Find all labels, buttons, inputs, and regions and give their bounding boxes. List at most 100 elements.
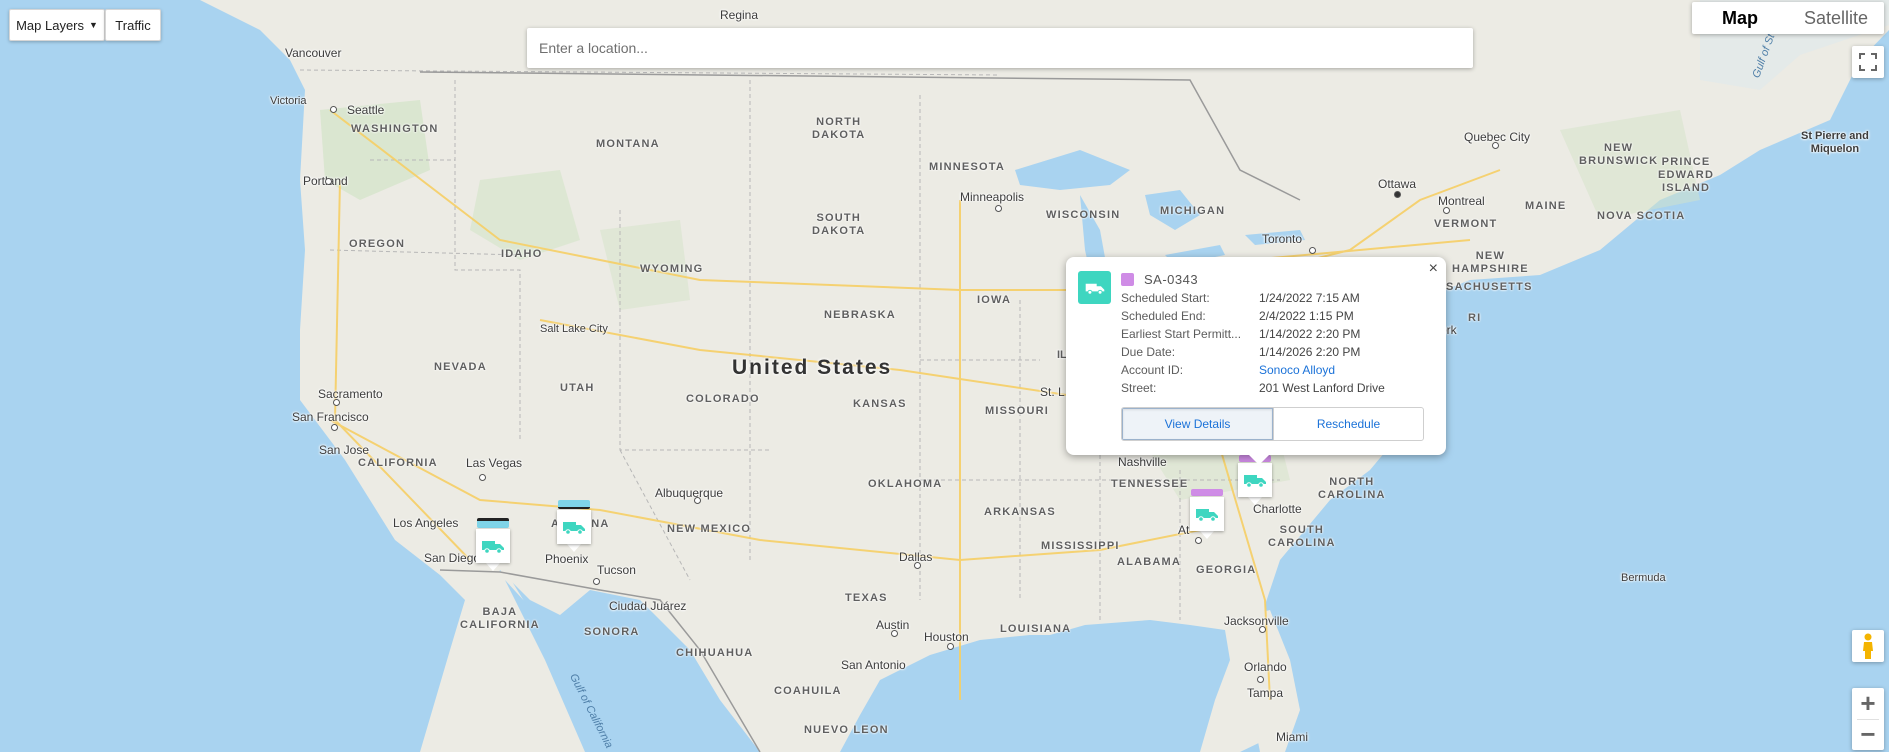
- city-label-victoria: Victoria: [270, 95, 307, 107]
- truck-icon: [1196, 509, 1218, 522]
- state-label-wyoming: WYOMING: [640, 263, 704, 275]
- state-label-arkansas: ARKANSAS: [984, 506, 1056, 518]
- state-label-maine: MAINE: [1525, 200, 1567, 212]
- marker-tip: [1248, 497, 1262, 505]
- appointment-number[interactable]: SA-0343: [1144, 272, 1198, 287]
- city-label-bermuda: Bermuda: [1621, 572, 1666, 584]
- state-label-minnesota: MINNESOTA: [929, 161, 1005, 173]
- map-marker-atlanta[interactable]: [1190, 489, 1224, 539]
- city-label-albuquerque: Albuquerque: [655, 486, 724, 500]
- city-label-seattle: Seattle: [347, 103, 385, 117]
- map-type-toggle: Map Satellite: [1692, 2, 1884, 34]
- city-dot: [331, 424, 338, 431]
- info-window-pointer: [1247, 453, 1271, 465]
- marker-status-bar: [558, 500, 590, 509]
- state-label-mississippi: MISSISSIPPI: [1041, 540, 1120, 552]
- detail-row: Due Date: 1/14/2026 2:20 PM: [1121, 343, 1385, 361]
- city-dot: [1394, 191, 1401, 198]
- state-label-kansas: KANSAS: [853, 398, 907, 410]
- state-label-vermont: VERMONT: [1434, 218, 1498, 230]
- marker-body: [1238, 463, 1272, 497]
- state-label-ri: RI: [1468, 312, 1482, 324]
- zoom-out-button[interactable]: −: [1852, 719, 1884, 750]
- city-dot: [891, 630, 898, 637]
- truck-icon: [482, 541, 504, 554]
- detail-label: Due Date:: [1121, 345, 1176, 359]
- traffic-button[interactable]: Traffic: [105, 9, 161, 41]
- state-label-new-brunswick: NEW BRUNSWICK: [1579, 142, 1659, 167]
- city-dot: [1492, 142, 1499, 149]
- state-label-south-dakota: SOUTH DAKOTA: [812, 212, 866, 237]
- city-dot: [1443, 207, 1450, 214]
- city-label-atlanta: At: [1178, 523, 1190, 537]
- city-label-los-angeles: Los Angeles: [393, 516, 459, 530]
- state-label-texas: TEXAS: [845, 592, 888, 604]
- country-label: United States: [732, 356, 893, 379]
- appointment-info-window: × SA-0343 Scheduled Start: 1/24/2022 7:15…: [1066, 257, 1446, 465]
- city-label-nashville: Nashville: [1118, 455, 1167, 469]
- city-label-tucson: Tucson: [597, 563, 636, 577]
- detail-label: Scheduled End:: [1121, 309, 1206, 323]
- state-label-sonora: SONORA: [584, 626, 640, 638]
- city-label-jacksonville: Jacksonville: [1224, 614, 1289, 628]
- state-label-california: CALIFORNIA: [358, 457, 438, 469]
- status-swatch: [1121, 273, 1134, 286]
- state-label-nuevo-leon: NUEVO LEON: [804, 724, 889, 736]
- state-label-nebraska: NEBRASKA: [824, 309, 896, 321]
- map-marker-phoenix[interactable]: [557, 500, 591, 552]
- city-label-salt-lake-city: Salt Lake City: [540, 323, 608, 335]
- city-label-houston: Houston: [924, 630, 969, 644]
- reschedule-button[interactable]: Reschedule: [1273, 408, 1423, 440]
- state-label-missouri: MISSOURI: [985, 405, 1049, 417]
- account-link[interactable]: Sonoco Alloyd: [1259, 361, 1385, 379]
- city-label-san-antonio: San Antonio: [841, 658, 906, 672]
- location-search: [527, 28, 1473, 68]
- state-label-prince-edward-island: PRINCE EDWARD ISLAND: [1658, 156, 1715, 194]
- city-dot: [1309, 247, 1316, 254]
- map-type-satellite-button[interactable]: Satellite: [1788, 2, 1884, 34]
- state-label-baja-california: BAJA CALIFORNIA: [460, 606, 540, 631]
- map-type-map-button[interactable]: Map: [1692, 2, 1788, 34]
- caret-down-icon: ▼: [89, 20, 98, 30]
- city-dot: [947, 643, 954, 650]
- location-search-input[interactable]: [527, 28, 1473, 68]
- state-label-alabama: ALABAMA: [1117, 556, 1182, 568]
- city-dot: [995, 205, 1002, 212]
- state-label-colorado: COLORADO: [686, 393, 760, 405]
- state-label-north-carolina: NORTH CAROLINA: [1318, 476, 1386, 501]
- marker-body: [557, 510, 591, 544]
- close-icon[interactable]: ×: [1429, 261, 1438, 277]
- detail-label: Street:: [1121, 381, 1157, 395]
- city-dot: [1259, 626, 1266, 633]
- marker-body: [1190, 497, 1224, 531]
- marker-tip: [567, 544, 581, 552]
- detail-row: Earliest Start Permitt... 1/14/2022 2:20 …: [1121, 325, 1385, 343]
- city-label-st-pierre: St Pierre and Miquelon: [1801, 130, 1869, 155]
- city-dot: [694, 497, 701, 504]
- state-label-nevada: NEVADA: [434, 361, 487, 373]
- city-label-regina: Regina: [720, 8, 759, 22]
- street-view-pegman[interactable]: [1852, 630, 1884, 662]
- zoom-in-button[interactable]: +: [1852, 688, 1884, 719]
- city-dot: [914, 562, 921, 569]
- fullscreen-button[interactable]: [1852, 46, 1884, 78]
- marker-tip: [486, 563, 500, 571]
- map-layers-dropdown[interactable]: Map Layers ▼: [9, 9, 105, 41]
- state-label-south-carolina: SOUTH CAROLINA: [1268, 524, 1336, 549]
- city-label-st-louis: St. L: [1040, 385, 1065, 399]
- map-canvas[interactable]: United States WASHINGTON OREGON IDAHO MO…: [0, 0, 1889, 752]
- detail-row: Account ID: Sonoco Alloyd: [1121, 361, 1385, 379]
- pegman-icon: [1863, 633, 1873, 659]
- marker-tip: [1200, 531, 1214, 539]
- fullscreen-icon: [1859, 53, 1877, 71]
- state-label-washington: WASHINGTON: [351, 123, 439, 135]
- map-layers-label: Map Layers: [16, 17, 84, 33]
- view-details-button[interactable]: View Details: [1122, 408, 1273, 440]
- map-marker-los-angeles[interactable]: [476, 518, 510, 571]
- detail-value: 1/14/2022 2:20 PM: [1259, 327, 1361, 341]
- state-label-iowa: IOWA: [977, 294, 1012, 306]
- state-label-georgia: GEORGIA: [1196, 564, 1257, 576]
- truck-icon: [1244, 475, 1266, 488]
- city-dot: [593, 578, 600, 585]
- city-label-las-vegas: Las Vegas: [466, 456, 523, 470]
